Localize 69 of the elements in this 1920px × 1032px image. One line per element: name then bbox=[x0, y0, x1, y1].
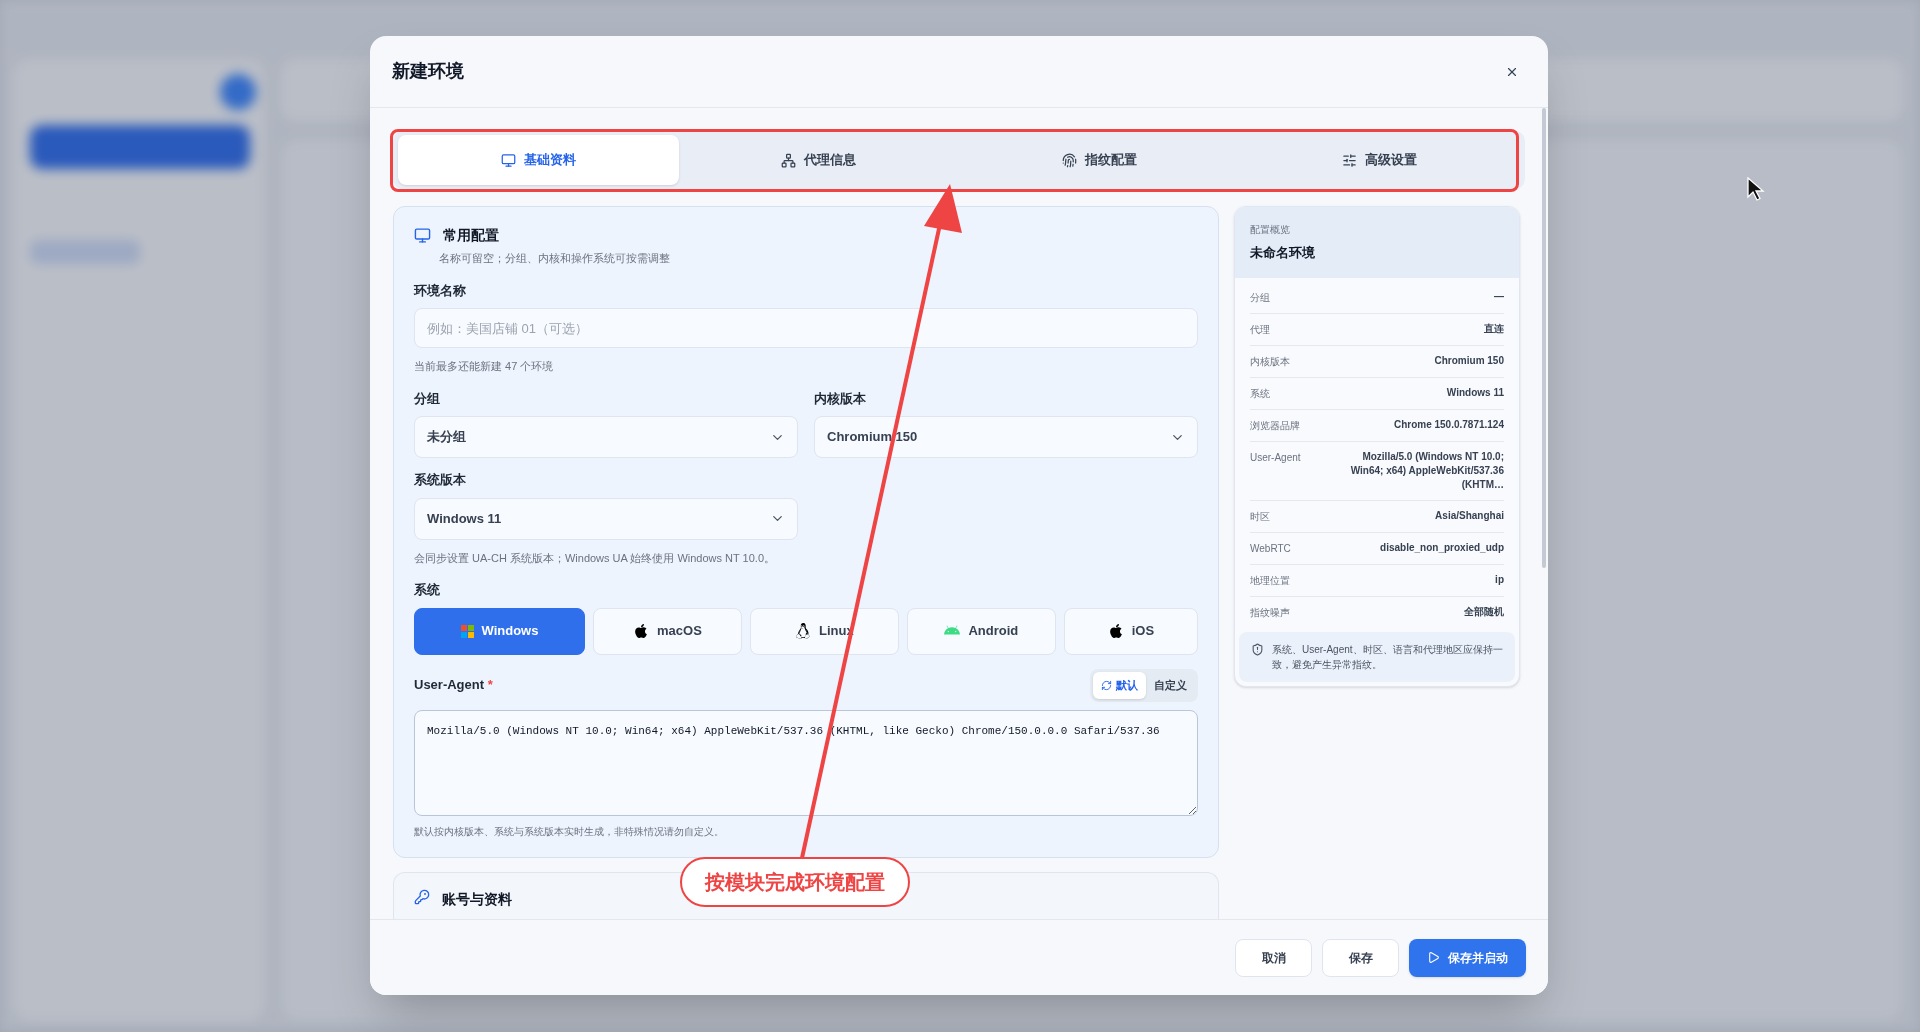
summary-value: Mozilla/5.0 (Windows NT 10.0; Win64; x64) AppleWebKit/537.36 (KHTM… bbox=[1349, 449, 1504, 492]
summary-label: 地理位置 bbox=[1250, 573, 1290, 588]
footer-button[interactable]: 保存 bbox=[1322, 938, 1399, 977]
fingerprint-icon bbox=[1061, 152, 1077, 168]
field-label: 内核版本 bbox=[814, 389, 867, 408]
summary-value: Chromium 150 bbox=[1434, 353, 1504, 368]
tab[interactable]: 高级设置 bbox=[1239, 135, 1520, 185]
monitor-icon bbox=[500, 152, 516, 168]
refresh-icon bbox=[1101, 679, 1112, 691]
summary-label: 分组 bbox=[1250, 290, 1270, 305]
dialog-title: 新建环境 bbox=[392, 60, 464, 83]
summary-label: 代理 bbox=[1250, 322, 1270, 337]
name-input-field[interactable]: 例如：美国店铺 01（可选） bbox=[414, 308, 1198, 348]
summary-value: ip bbox=[1495, 572, 1504, 587]
summary-note: 系统、User-Agent、时区、语言和代理地区应保持一致，避免产生异常指纹。 bbox=[1272, 642, 1503, 672]
kernel-select[interactable]: Chromium 150 bbox=[814, 416, 1198, 458]
summary-caption: 配置概览 bbox=[1250, 223, 1291, 237]
field-hint: 默认按内核版本、系统与系统版本实时生成，非特殊情况请勿自定义。 bbox=[414, 824, 725, 839]
summary-label: User-Agent bbox=[1250, 450, 1301, 465]
penguin-icon bbox=[795, 623, 812, 639]
annotation-callout: 按模块完成环境配置 bbox=[680, 857, 910, 907]
field-label: 系统 bbox=[414, 581, 441, 599]
shield-alert-icon bbox=[1251, 642, 1264, 656]
apple-logo-icon bbox=[633, 623, 650, 639]
tab[interactable]: 指纹配置 bbox=[959, 135, 1240, 185]
os-option-button[interactable]: Windows bbox=[414, 607, 585, 655]
summary-label: 系统 bbox=[1250, 386, 1270, 401]
field-label: User-Agent * bbox=[414, 676, 493, 695]
play-icon bbox=[1427, 951, 1440, 964]
summary-label: 时区 bbox=[1250, 509, 1270, 524]
summary-label: 浏览器品牌 bbox=[1250, 418, 1300, 433]
summary-title: 未命名环境 bbox=[1250, 244, 1316, 262]
section-title: 账号与资料 bbox=[442, 889, 512, 909]
mode-toggle-option[interactable]: 自定义 bbox=[1146, 671, 1195, 699]
monitor-icon bbox=[414, 227, 431, 244]
footer-button[interactable]: 取消 bbox=[1235, 938, 1312, 977]
field-hint: 会同步设置 UA-CH 系统版本；Windows UA 始终使用 Windows NT 10.0。 bbox=[414, 550, 777, 566]
field-label: 环境名称 bbox=[414, 281, 467, 300]
summary-value: 全部随机 bbox=[1464, 604, 1504, 619]
apple-logo-icon bbox=[1107, 623, 1124, 639]
field-hint: 当前最多还能新建 47 个环境 bbox=[414, 359, 555, 374]
summary-value: disable_non_proxied_udp bbox=[1380, 540, 1504, 555]
summary-value: Windows 11 bbox=[1446, 385, 1504, 400]
mode-toggle-option[interactable]: 默认 bbox=[1093, 671, 1146, 699]
os-option-button[interactable]: Android bbox=[906, 607, 1056, 655]
field-label: 系统版本 bbox=[414, 471, 467, 489]
summary-label: 指纹噪声 bbox=[1250, 605, 1290, 620]
network-icon bbox=[781, 152, 797, 168]
key-icon bbox=[414, 888, 430, 905]
sliders-icon bbox=[1342, 152, 1358, 168]
summary-value: Asia/Shanghai bbox=[1435, 508, 1504, 523]
os-option-button[interactable]: iOS bbox=[1063, 607, 1198, 655]
field-label: 分组 bbox=[414, 389, 441, 408]
user-agent-field[interactable]: Mozilla/5.0 (Windows NT 10.0; Win64; x64) AppleWebKit/537.36 (KHTML, like Gecko) Chrome/150.0.0.0 Safari/537.36 bbox=[414, 709, 1198, 816]
summary-label: 内核版本 bbox=[1250, 354, 1290, 369]
summary-value: Chrome 150.0.7871.124 bbox=[1393, 417, 1504, 432]
summary-value: — bbox=[1494, 289, 1504, 304]
summary-value: 直连 bbox=[1484, 321, 1504, 336]
windows-logo-icon bbox=[460, 624, 474, 638]
os-option-button[interactable]: macOS bbox=[592, 607, 742, 655]
primary-button[interactable]: 保存并启动 bbox=[1409, 938, 1526, 977]
group-select[interactable]: 未分组 bbox=[414, 416, 798, 458]
summary-label: WebRTC bbox=[1250, 541, 1291, 556]
tab[interactable]: 代理信息 bbox=[678, 135, 959, 185]
mouse-cursor-icon bbox=[1747, 177, 1767, 201]
os-version-select[interactable]: Windows 11 bbox=[414, 497, 798, 540]
section-title: 常用配置 bbox=[443, 226, 499, 245]
section-subtitle: 名称可留空；分组、内核和操作系统可按需调整 bbox=[439, 251, 671, 266]
tab[interactable]: 基础资料 bbox=[398, 135, 679, 185]
